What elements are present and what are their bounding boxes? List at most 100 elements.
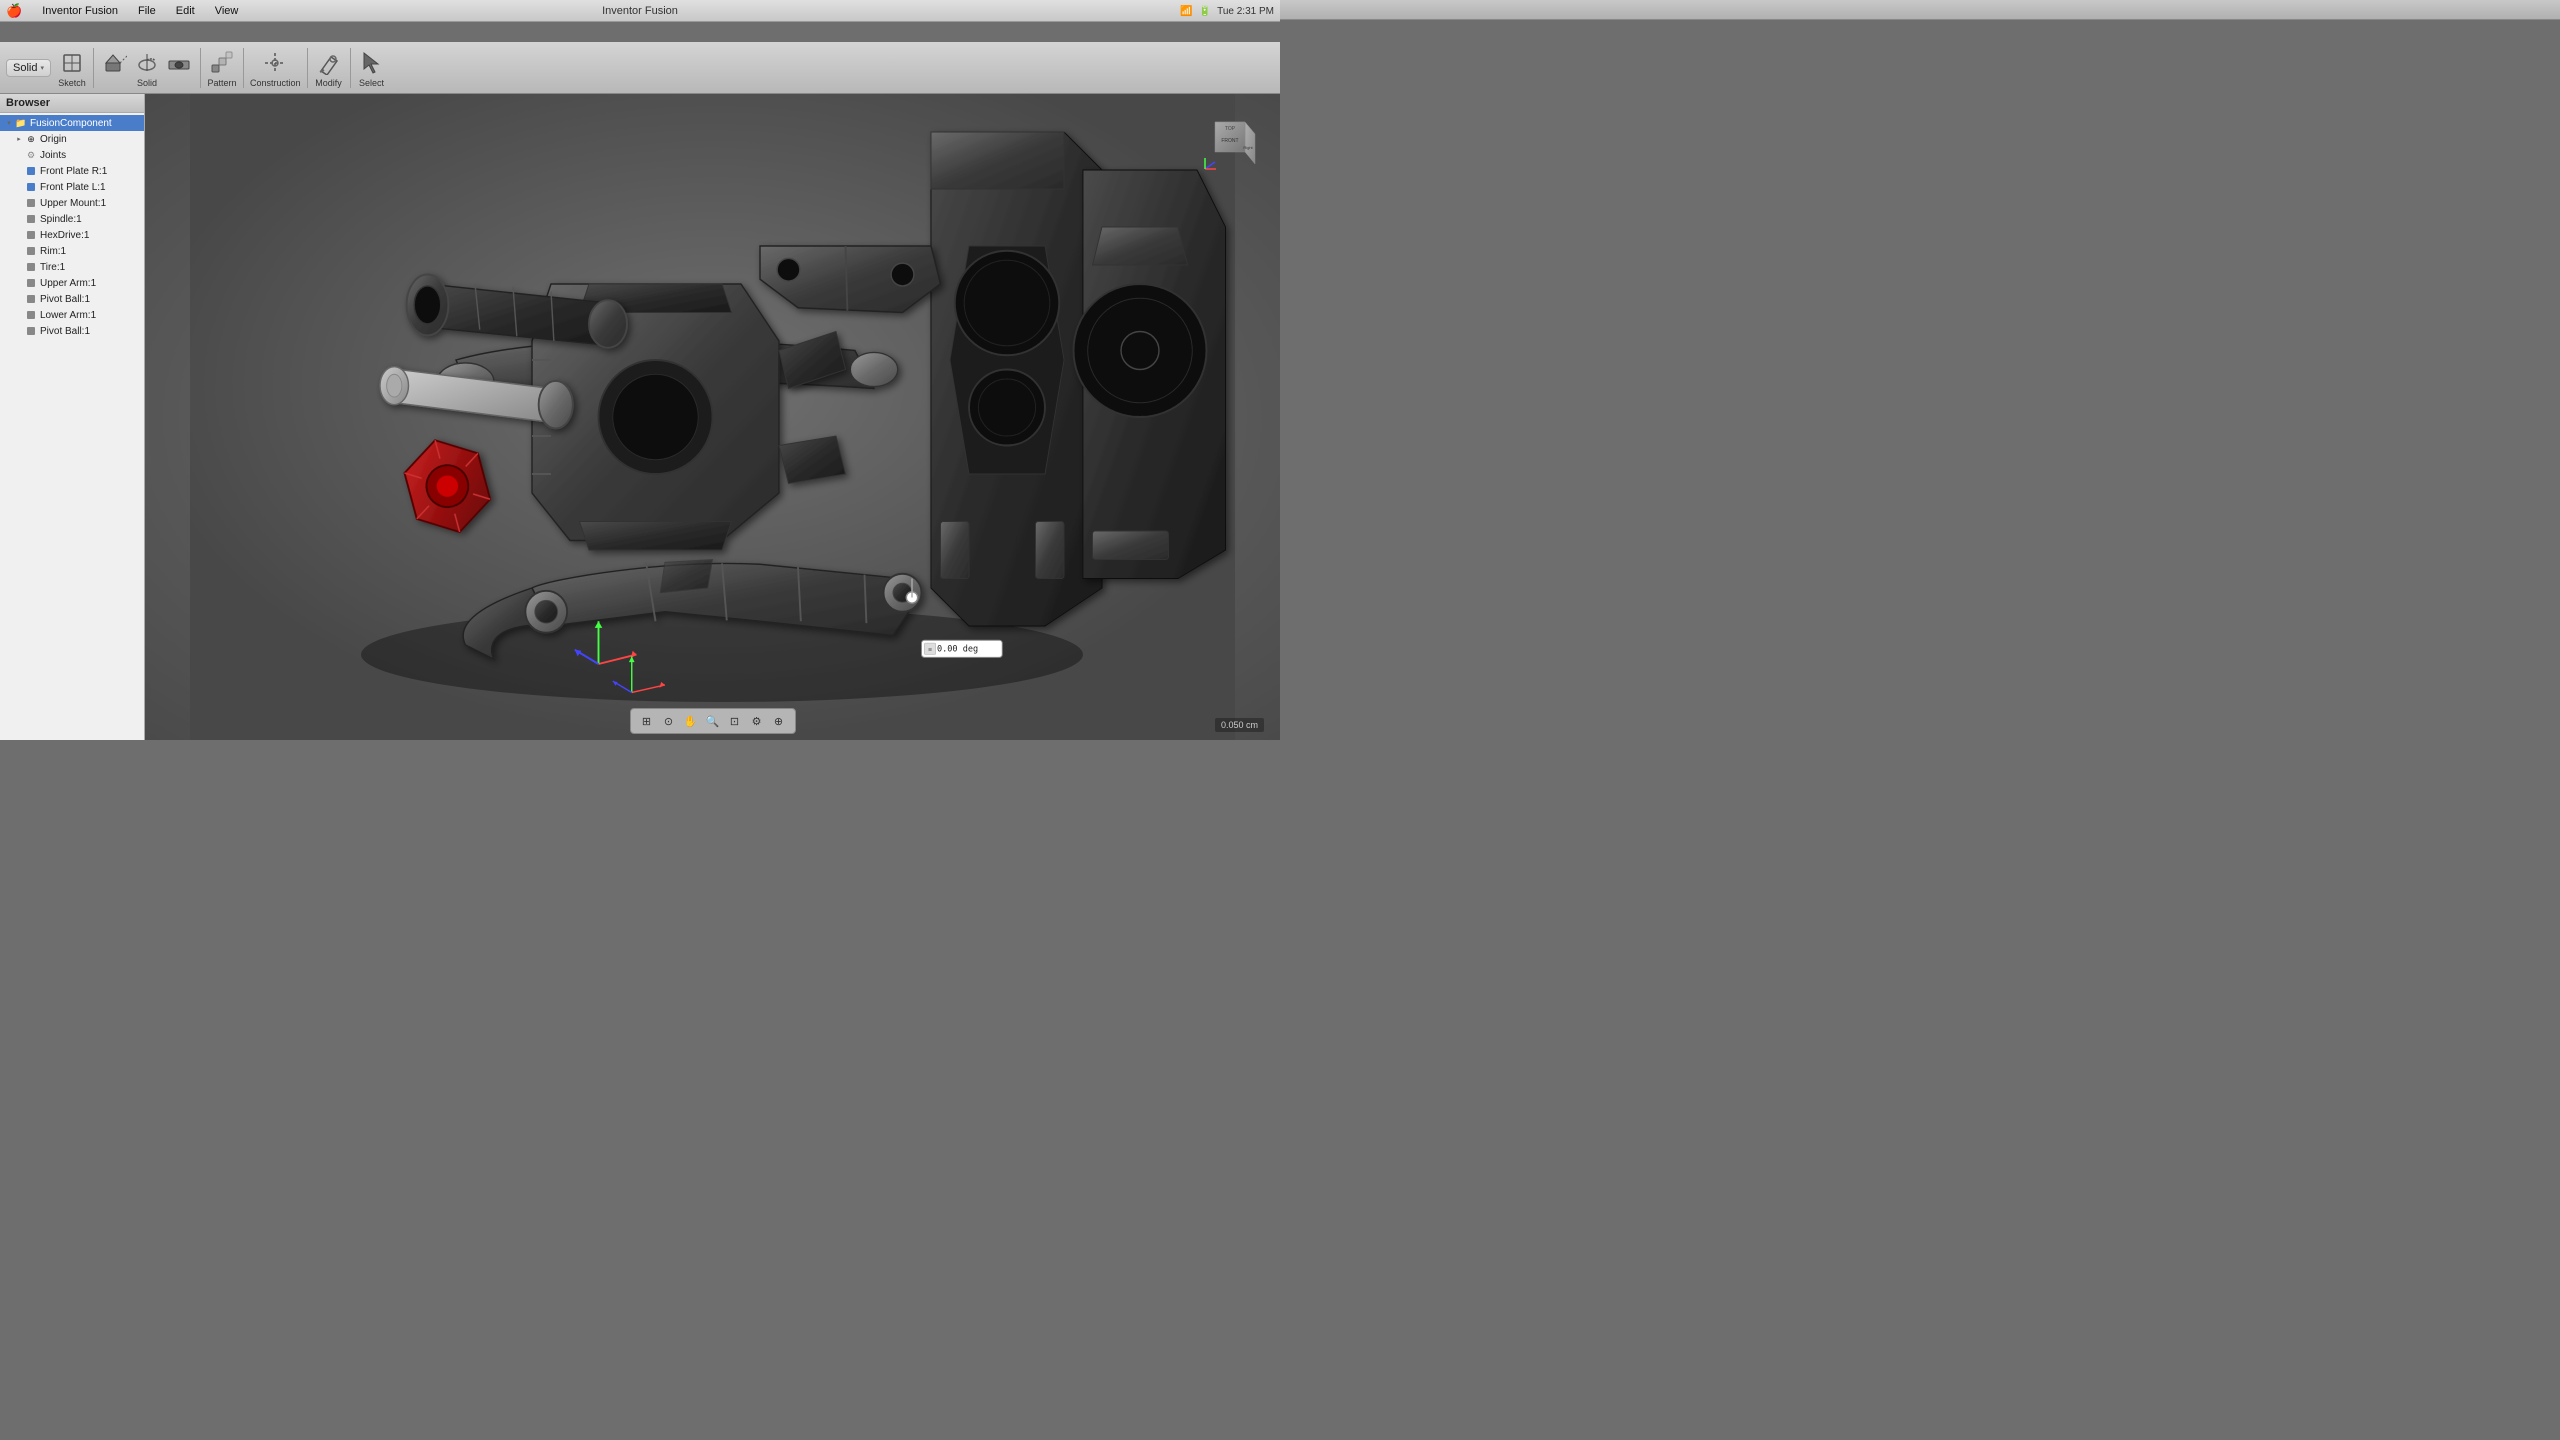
tree-toggle-sp[interactable] xyxy=(14,214,24,224)
sep2 xyxy=(200,48,201,88)
pivotball1-label: Pivot Ball:1 xyxy=(40,294,90,305)
pattern-label: Pattern xyxy=(207,78,236,88)
folder-icon: 📁 xyxy=(14,116,28,130)
file-menu-item[interactable]: File xyxy=(134,3,160,19)
scale-indicator: 0.050 cm xyxy=(1215,718,1264,732)
body-icon-tire xyxy=(24,260,38,274)
solid-label: Solid xyxy=(13,62,37,74)
tree-item-frontplateL[interactable]: Front Plate L:1 xyxy=(0,179,144,195)
apple-menu[interactable]: 🍎 xyxy=(6,3,22,19)
tree-toggle-la[interactable] xyxy=(14,310,24,320)
extrude-icon[interactable] xyxy=(100,48,130,78)
construction-label: Construction xyxy=(250,78,301,88)
pivotball2-label: Pivot Ball:1 xyxy=(40,326,90,337)
scale-value: 0.050 cm xyxy=(1221,720,1258,730)
solid-dropdown[interactable]: Solid ▾ xyxy=(6,59,51,77)
tree-item-root[interactable]: ▾ 📁 FusionComponent xyxy=(0,115,144,131)
tree-item-lowerarm[interactable]: Lower Arm:1 xyxy=(0,307,144,323)
viewport-3d[interactable]: 0.00 deg ≡ xyxy=(145,94,1280,740)
tree-item-pivotball1[interactable]: Pivot Ball:1 xyxy=(0,291,144,307)
body-icon-hd xyxy=(24,228,38,242)
sep1 xyxy=(93,48,94,88)
modify-label: Modify xyxy=(315,78,342,88)
tree-toggle-fpr[interactable] xyxy=(14,166,24,176)
svg-text:FRONT: FRONT xyxy=(1221,138,1238,144)
zoom-button[interactable]: 🔍 xyxy=(703,711,723,731)
wifi-icon: 📶 xyxy=(1180,6,1192,17)
construction-icon[interactable] xyxy=(260,48,290,78)
menu-bar: 🍎 Inventor Fusion File Edit View Invento… xyxy=(0,0,1280,22)
pan-button[interactable]: ✋ xyxy=(681,711,701,731)
edit-menu-item[interactable]: Edit xyxy=(172,3,199,19)
battery-icon: 🔋 xyxy=(1199,6,1211,17)
left-visibility-icons xyxy=(0,134,14,138)
solid-tools-section: Solid xyxy=(100,48,194,88)
tire-label: Tire:1 xyxy=(40,262,65,273)
tree-item-frontplateR[interactable]: Front Plate R:1 xyxy=(0,163,144,179)
tree-toggle-pb2[interactable] xyxy=(14,326,24,336)
body-icon-ua xyxy=(24,276,38,290)
orbit-button[interactable]: ⊙ xyxy=(659,711,679,731)
pattern-icon[interactable] xyxy=(207,48,237,78)
tree-toggle[interactable]: ▾ xyxy=(4,118,14,128)
app-menu-item[interactable]: Inventor Fusion xyxy=(38,3,122,19)
select-icon[interactable] xyxy=(357,48,387,78)
modify-section: Modify xyxy=(314,48,344,88)
revolve-icon[interactable] xyxy=(132,48,162,78)
tree-toggle-rim[interactable] xyxy=(14,246,24,256)
tree-toggle-ua[interactable] xyxy=(14,278,24,288)
origin-label: Origin xyxy=(40,134,67,145)
tree-toggle-um[interactable] xyxy=(14,198,24,208)
select-section: Select xyxy=(357,48,387,88)
tree-toggle-origin[interactable]: ▸ xyxy=(14,134,24,144)
view-cube[interactable]: TOP Right FRONT xyxy=(1200,114,1260,174)
fit-view-button[interactable]: ⊞ xyxy=(637,711,657,731)
body-icon-um xyxy=(24,196,38,210)
select-label: Select xyxy=(359,78,384,88)
spindle-label: Spindle:1 xyxy=(40,214,82,225)
view-menu-item[interactable]: View xyxy=(211,3,243,19)
section-view-button[interactable]: ⊡ xyxy=(725,711,745,731)
sep5 xyxy=(350,48,351,88)
bottom-toolbar: ⊞ ⊙ ✋ 🔍 ⊡ ⚙ ⊕ xyxy=(630,708,796,734)
app-title: Inventor Fusion xyxy=(602,5,678,17)
hexdrive-label: HexDrive:1 xyxy=(40,230,89,241)
menubar-right: 📶 🔋 Tue 2:31 PM xyxy=(1180,0,1274,22)
browser-tree: ▾ 📁 FusionComponent ▸ ⊕ Origin ⚙ Joints xyxy=(0,113,144,740)
tree-item-upperarm[interactable]: Upper Arm:1 xyxy=(0,275,144,291)
pattern-section: Pattern xyxy=(207,48,237,88)
svg-text:0.00 deg: 0.00 deg xyxy=(937,645,978,655)
frontplateR-label: Front Plate R:1 xyxy=(40,166,107,177)
tree-toggle-tire[interactable] xyxy=(14,262,24,272)
solid-dropdown-arrow: ▾ xyxy=(40,64,44,72)
browser-title: Browser xyxy=(6,97,50,109)
tree-toggle-pb1[interactable] xyxy=(14,294,24,304)
tree-toggle-joints[interactable] xyxy=(14,150,24,160)
joints-icon: ⚙ xyxy=(24,148,38,162)
tree-toggle-fpl[interactable] xyxy=(14,182,24,192)
tree-item-tire[interactable]: Tire:1 xyxy=(0,259,144,275)
sketch-label: Sketch xyxy=(58,78,86,88)
tree-toggle-hd[interactable] xyxy=(14,230,24,240)
tree-item-rim[interactable]: Rim:1 xyxy=(0,243,144,259)
grid-settings-button[interactable]: ⊕ xyxy=(769,711,789,731)
tree-item-pivotball2[interactable]: Pivot Ball:1 xyxy=(0,323,144,339)
body-icon-fpl xyxy=(24,180,38,194)
tree-item-label: FusionComponent xyxy=(30,118,112,129)
modify-icon[interactable] xyxy=(314,48,344,78)
solid-section-label: Solid xyxy=(137,78,157,88)
tree-item-origin[interactable]: ▸ ⊕ Origin xyxy=(0,131,144,147)
construction-section: Construction xyxy=(250,48,301,88)
main-content: Browser ▾ 📁 FusionComponent ▸ ⊕ Origin ⚙… xyxy=(0,94,1280,740)
origin-icon: ⊕ xyxy=(24,132,38,146)
body-icon-rim xyxy=(24,244,38,258)
tree-item-uppermount[interactable]: Upper Mount:1 xyxy=(0,195,144,211)
svg-text:≡: ≡ xyxy=(928,647,932,654)
display-settings-button[interactable]: ⚙ xyxy=(747,711,767,731)
sep3 xyxy=(243,48,244,88)
tree-item-spindle[interactable]: Spindle:1 xyxy=(0,211,144,227)
hole-icon[interactable] xyxy=(164,48,194,78)
tree-item-hexdrive[interactable]: HexDrive:1 xyxy=(0,227,144,243)
sketch-icon[interactable] xyxy=(57,48,87,78)
tree-item-joints[interactable]: ⚙ Joints xyxy=(0,147,144,163)
